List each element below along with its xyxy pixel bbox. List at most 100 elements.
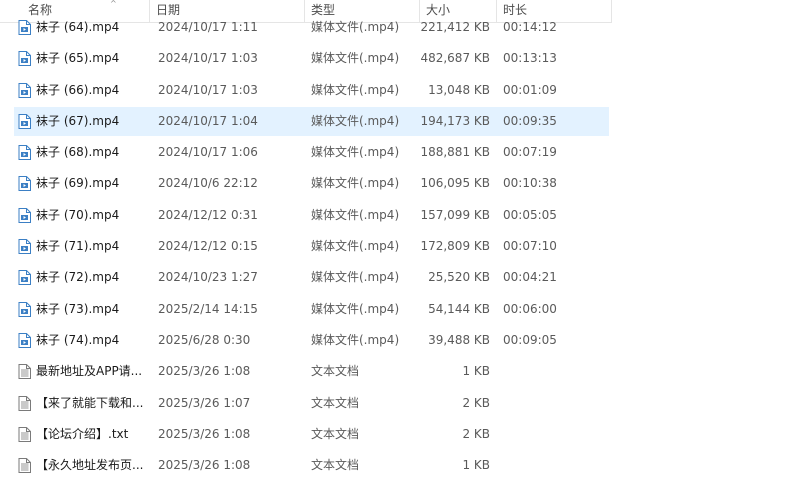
file-duration: 00:07:10	[503, 239, 557, 254]
file-size: 2 KB	[462, 395, 490, 410]
file-name: 最新地址及APP请...	[36, 364, 143, 379]
video-file-icon	[18, 113, 31, 129]
file-icon-cell	[18, 450, 32, 479]
file-name: 袜子 (68).mp4	[36, 145, 120, 160]
file-size: 188,881 KB	[420, 145, 490, 160]
file-row[interactable]: 【来了就能下载和... 2025/3/26 1:07 文本文档 2 KB	[0, 388, 800, 419]
file-row[interactable]: 袜子 (73).mp4 2025/2/14 14:15 媒体文件(.mp4) 54,1…	[0, 294, 800, 325]
file-row[interactable]: 袜子 (66).mp4 2024/10/17 1:03 媒体文件(.mp4) 13,0…	[0, 75, 800, 106]
file-row[interactable]: 袜子 (68).mp4 2024/10/17 1:06 媒体文件(.mp4) 188,…	[0, 137, 800, 168]
file-type: 媒体文件(.mp4)	[311, 51, 400, 66]
file-row[interactable]: 袜子 (69).mp4 2024/10/6 22:12 媒体文件(.mp4) 106,…	[0, 168, 800, 199]
file-date: 2024/10/6 22:12	[158, 176, 258, 191]
file-row[interactable]: 袜子 (64).mp4 2024/10/17 1:11 媒体文件(.mp4) 221,…	[0, 12, 800, 43]
video-file-icon	[18, 301, 31, 317]
file-name: 袜子 (67).mp4	[36, 113, 120, 128]
file-duration: 00:01:09	[503, 82, 557, 97]
file-name: 袜子 (64).mp4	[36, 20, 120, 34]
text-file-icon	[18, 426, 31, 442]
file-name: 袜子 (73).mp4	[36, 301, 120, 316]
file-date: 2025/3/26 1:08	[158, 458, 251, 473]
file-type: 媒体文件(.mp4)	[311, 145, 400, 160]
file-type: 媒体文件(.mp4)	[311, 20, 400, 34]
file-type: 媒体文件(.mp4)	[311, 207, 400, 222]
file-icon-cell	[18, 356, 32, 387]
file-size: 54,144 KB	[428, 301, 490, 316]
file-size: 2 KB	[462, 426, 490, 441]
file-date: 2024/10/17 1:11	[158, 20, 258, 34]
file-size: 39,488 KB	[428, 332, 490, 347]
file-duration: 00:09:35	[503, 113, 557, 128]
file-duration: 00:07:19	[503, 145, 557, 160]
file-explorer-details-view: ^ 名称 日期 类型 大小 时长 袜子 (64).mp4 2024/10/17 1…	[0, 0, 800, 479]
file-name: 袜子 (71).mp4	[36, 239, 120, 254]
file-icon-cell	[18, 262, 32, 293]
file-row[interactable]: 袜子 (70).mp4 2024/12/12 0:31 媒体文件(.mp4) 157,…	[0, 200, 800, 231]
file-icon-cell	[18, 168, 32, 199]
file-row[interactable]: 最新地址及APP请... 2025/3/26 1:08 文本文档 1 KB	[0, 356, 800, 387]
video-file-icon	[18, 145, 31, 161]
file-size: 13,048 KB	[428, 82, 490, 97]
file-icon-cell	[18, 43, 32, 74]
file-size: 1 KB	[462, 458, 490, 473]
file-duration: 00:05:05	[503, 207, 557, 222]
file-row[interactable]: 【永久地址发布页... 2025/3/26 1:08 文本文档 1 KB	[0, 450, 800, 479]
video-file-icon	[18, 207, 31, 223]
file-icon-cell	[18, 12, 32, 43]
file-size: 25,520 KB	[428, 270, 490, 285]
file-date: 2025/3/26 1:07	[158, 395, 251, 410]
text-file-icon	[18, 458, 31, 474]
file-type: 媒体文件(.mp4)	[311, 270, 400, 285]
file-type: 媒体文件(.mp4)	[311, 113, 400, 128]
file-type: 文本文档	[311, 426, 360, 441]
file-date: 2025/2/14 14:15	[158, 301, 258, 316]
file-size: 194,173 KB	[420, 113, 490, 128]
file-date: 2025/6/28 0:30	[158, 332, 251, 347]
file-type: 媒体文件(.mp4)	[311, 176, 400, 191]
file-icon-cell	[18, 137, 32, 168]
file-size: 1 KB	[462, 364, 490, 379]
file-icon-cell	[18, 294, 32, 325]
file-row[interactable]: 袜子 (67).mp4 2024/10/17 1:04 媒体文件(.mp4) 194,…	[0, 106, 800, 137]
file-name: 袜子 (66).mp4	[36, 82, 120, 97]
file-size: 221,412 KB	[420, 20, 490, 34]
file-row[interactable]: 袜子 (74).mp4 2025/6/28 0:30 媒体文件(.mp4) 39,48…	[0, 325, 800, 356]
file-row[interactable]: 袜子 (72).mp4 2024/10/23 1:27 媒体文件(.mp4) 25,5…	[0, 262, 800, 293]
text-file-icon	[18, 395, 31, 411]
file-row[interactable]: 袜子 (65).mp4 2024/10/17 1:03 媒体文件(.mp4) 482,…	[0, 43, 800, 74]
video-file-icon	[18, 239, 31, 255]
file-name: 【论坛介绍】.txt	[36, 426, 129, 441]
file-row[interactable]: 袜子 (71).mp4 2024/12/12 0:15 媒体文件(.mp4) 172,…	[0, 231, 800, 262]
video-file-icon	[18, 51, 31, 67]
file-icon-cell	[18, 325, 32, 356]
file-type: 媒体文件(.mp4)	[311, 239, 400, 254]
file-type: 媒体文件(.mp4)	[311, 301, 400, 316]
file-date: 2024/12/12 0:31	[158, 207, 258, 222]
file-duration: 00:04:21	[503, 270, 557, 285]
file-name: 袜子 (72).mp4	[36, 270, 120, 285]
video-file-icon	[18, 270, 31, 286]
file-size: 157,099 KB	[420, 207, 490, 222]
file-date: 2024/10/17 1:03	[158, 51, 258, 66]
file-duration: 00:06:00	[503, 301, 557, 316]
file-duration: 00:14:12	[503, 20, 557, 34]
file-list: 袜子 (64).mp4 2024/10/17 1:11 媒体文件(.mp4) 221,…	[0, 12, 800, 479]
file-icon-cell	[18, 388, 32, 419]
file-icon-cell	[18, 200, 32, 231]
file-date: 2025/3/26 1:08	[158, 364, 251, 379]
text-file-icon	[18, 364, 31, 380]
file-name: 【永久地址发布页...	[36, 458, 144, 473]
file-icon-cell	[18, 106, 32, 137]
file-date: 2024/10/17 1:06	[158, 145, 258, 160]
file-name: 袜子 (65).mp4	[36, 51, 120, 66]
file-size: 482,687 KB	[420, 51, 490, 66]
file-icon-cell	[18, 75, 32, 106]
file-date: 2024/12/12 0:15	[158, 239, 258, 254]
file-date: 2024/10/23 1:27	[158, 270, 258, 285]
file-row[interactable]: 【论坛介绍】.txt 2025/3/26 1:08 文本文档 2 KB	[0, 419, 800, 450]
file-date: 2024/10/17 1:03	[158, 82, 258, 97]
video-file-icon	[18, 332, 31, 348]
file-type: 媒体文件(.mp4)	[311, 82, 400, 97]
file-type: 文本文档	[311, 364, 360, 379]
file-name: 袜子 (74).mp4	[36, 332, 120, 347]
